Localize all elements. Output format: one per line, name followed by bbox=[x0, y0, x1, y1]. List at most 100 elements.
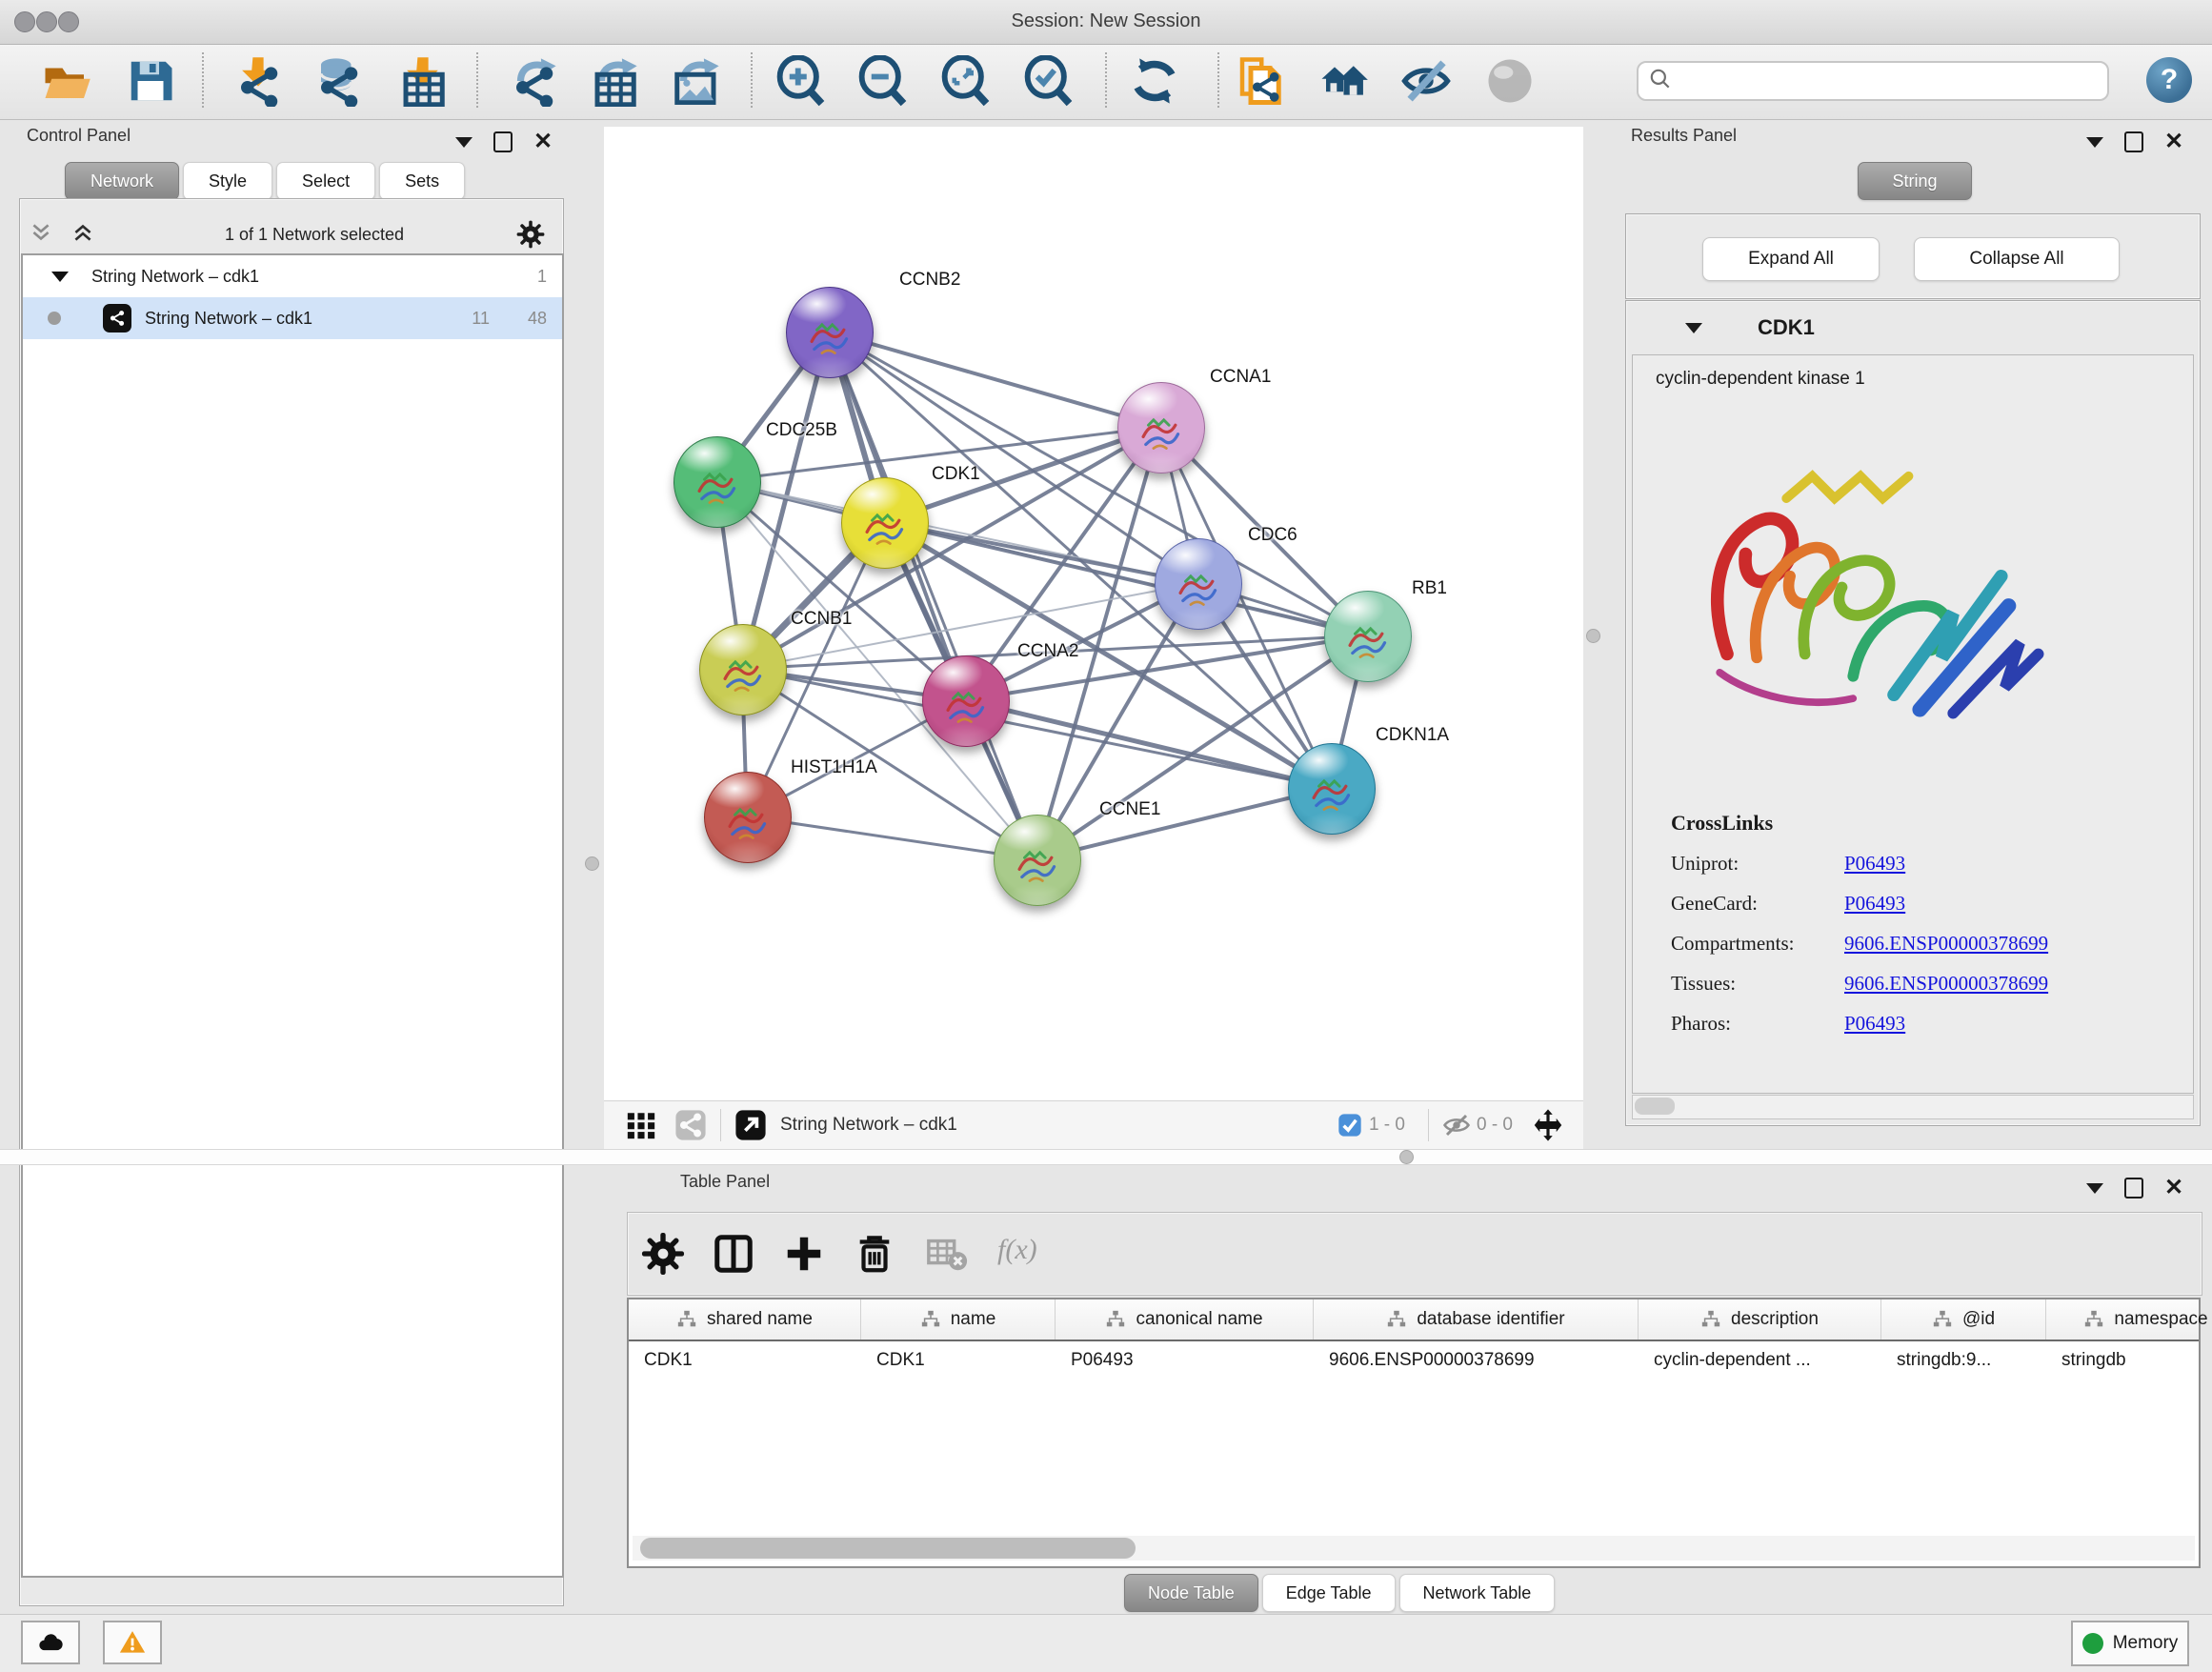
bottom-splitter-handle[interactable] bbox=[1399, 1150, 1414, 1164]
network-share-icon[interactable] bbox=[674, 1109, 707, 1141]
network-canvas[interactable]: CCNB2 CCNA1 CDC25B CDK1 CDC6 RB1 CCNB1 C… bbox=[604, 127, 1583, 1100]
tab-edge-table[interactable]: Edge Table bbox=[1262, 1574, 1396, 1612]
gene-collapse-icon[interactable] bbox=[1685, 323, 1702, 333]
search-input[interactable] bbox=[1673, 71, 2107, 92]
column-header-description[interactable]: description bbox=[1639, 1299, 1881, 1340]
collapse-all-button[interactable]: Collapse All bbox=[1914, 237, 2120, 281]
crosslink-link[interactable]: P06493 bbox=[1844, 852, 1905, 876]
birds-eye-view-icon[interactable] bbox=[625, 1109, 657, 1141]
tab-select[interactable]: Select bbox=[276, 162, 375, 200]
edge-CDKN1A-CCNE1[interactable] bbox=[1036, 788, 1331, 859]
results-scrollbar-thumb[interactable] bbox=[1635, 1098, 1675, 1115]
warning-button[interactable] bbox=[103, 1621, 162, 1664]
column-header-database-identifier[interactable]: database identifier bbox=[1314, 1299, 1639, 1340]
node-CCNA2[interactable] bbox=[922, 655, 1010, 747]
node-CDC25B[interactable] bbox=[674, 436, 761, 528]
open-in-browser-icon[interactable] bbox=[734, 1109, 767, 1141]
zoom-out-icon[interactable] bbox=[856, 55, 908, 107]
network-collection-row[interactable]: String Network – cdk1 1 bbox=[23, 255, 562, 297]
edge-CCNB2-CCNA1[interactable] bbox=[829, 332, 1160, 427]
show-panels-icon[interactable] bbox=[1317, 55, 1369, 107]
help-button[interactable]: ? bbox=[2146, 57, 2192, 103]
node-CDC6[interactable] bbox=[1155, 538, 1242, 630]
edge-CDK1-CDKN1A[interactable] bbox=[884, 522, 1331, 788]
results-scrollbar[interactable] bbox=[1632, 1095, 2194, 1119]
control-panel-float-icon[interactable] bbox=[493, 131, 513, 152]
zoom-fit-icon[interactable] bbox=[939, 55, 991, 107]
cell-description[interactable]: cyclin-dependent ... bbox=[1639, 1341, 1881, 1380]
tab-node-table[interactable]: Node Table bbox=[1124, 1574, 1258, 1612]
left-splitter-handle[interactable] bbox=[585, 856, 599, 871]
clone-network-icon[interactable] bbox=[1234, 55, 1285, 107]
control-panel-collapse-icon[interactable] bbox=[455, 137, 473, 148]
column-header--id[interactable]: @id bbox=[1881, 1299, 2046, 1340]
results-panel-float-icon[interactable] bbox=[2124, 131, 2143, 152]
node-CCNE1[interactable] bbox=[994, 815, 1081, 906]
node-CDKN1A[interactable] bbox=[1288, 743, 1376, 835]
zoom-selected-icon[interactable] bbox=[1022, 55, 1074, 107]
table-row[interactable]: CDK1CDK1P064939606.ENSP00000378699cyclin… bbox=[629, 1341, 2199, 1380]
control-panel-close-icon[interactable]: ✕ bbox=[533, 133, 553, 151]
expand-all-button[interactable]: Expand All bbox=[1702, 237, 1880, 281]
network-options-gear-icon[interactable] bbox=[516, 220, 545, 249]
results-panel-close-icon[interactable]: ✕ bbox=[2164, 133, 2183, 151]
memory-button[interactable]: Memory bbox=[2071, 1621, 2189, 1666]
export-network-icon[interactable] bbox=[508, 55, 559, 107]
right-splitter-handle[interactable] bbox=[1586, 629, 1600, 643]
column-header-name[interactable]: name bbox=[861, 1299, 1056, 1340]
cloud-button[interactable] bbox=[21, 1621, 80, 1664]
open-file-icon[interactable] bbox=[41, 55, 92, 107]
column-header-canonical-name[interactable]: canonical name bbox=[1056, 1299, 1314, 1340]
horizontal-splitter[interactable] bbox=[0, 1149, 2212, 1165]
network-row[interactable]: String Network – cdk1 11 48 bbox=[23, 297, 562, 339]
tab-network-table[interactable]: Network Table bbox=[1399, 1574, 1556, 1612]
crosslink-link[interactable]: 9606.ENSP00000378699 bbox=[1844, 972, 2048, 996]
table-h-scrollbar-thumb[interactable] bbox=[640, 1538, 1136, 1559]
edge-CCNB2-RB1[interactable] bbox=[829, 332, 1367, 635]
cell-canonical-name[interactable]: P06493 bbox=[1056, 1341, 1314, 1380]
delete-column-trash-icon[interactable] bbox=[853, 1232, 896, 1276]
table-options-gear-icon[interactable] bbox=[641, 1232, 685, 1276]
cell-database-identifier[interactable]: 9606.ENSP00000378699 bbox=[1314, 1341, 1639, 1380]
node-CCNB1[interactable] bbox=[699, 624, 787, 715]
column-header-namespace[interactable]: namespace bbox=[2046, 1299, 2212, 1340]
node-CCNB2[interactable] bbox=[786, 287, 874, 378]
crosslink-link[interactable]: 9606.ENSP00000378699 bbox=[1844, 932, 2048, 956]
save-session-icon[interactable] bbox=[125, 55, 176, 107]
fit-content-crosshair-icon[interactable] bbox=[1530, 1107, 1566, 1143]
export-image-icon[interactable] bbox=[671, 55, 722, 107]
column-header-shared-name[interactable]: shared name bbox=[629, 1299, 861, 1340]
hide-panels-icon[interactable] bbox=[1400, 55, 1452, 107]
table-panel-float-icon[interactable] bbox=[2124, 1178, 2143, 1199]
tab-network[interactable]: Network bbox=[65, 162, 179, 200]
cell-namespace[interactable]: stringdb bbox=[2046, 1341, 2212, 1380]
collapse-all-networks-icon[interactable] bbox=[29, 220, 53, 250]
zoom-in-icon[interactable] bbox=[774, 55, 826, 107]
node-CDK1[interactable] bbox=[841, 477, 929, 569]
edge-CCNA2-CDKN1A[interactable] bbox=[965, 700, 1331, 788]
node-CCNA1[interactable] bbox=[1117, 382, 1205, 473]
import-network-icon[interactable] bbox=[232, 55, 284, 107]
search-box[interactable] bbox=[1637, 61, 2109, 101]
show-columns-icon[interactable] bbox=[712, 1232, 755, 1276]
node-HIST1H1A[interactable] bbox=[704, 772, 792, 863]
cell-shared-name[interactable]: CDK1 bbox=[629, 1341, 861, 1380]
apply-layout-icon[interactable] bbox=[1129, 55, 1180, 107]
cell-name[interactable]: CDK1 bbox=[861, 1341, 1056, 1380]
expand-all-networks-icon[interactable] bbox=[70, 220, 95, 250]
tab-style[interactable]: Style bbox=[183, 162, 272, 200]
create-column-plus-icon[interactable] bbox=[782, 1232, 826, 1276]
table-panel-collapse-icon[interactable] bbox=[2086, 1183, 2103, 1194]
gene-section-header[interactable]: CDK1 bbox=[1626, 301, 2200, 354]
crosslink-link[interactable]: P06493 bbox=[1844, 1012, 1905, 1036]
results-tab-string[interactable]: String bbox=[1858, 162, 1972, 200]
node-RB1[interactable] bbox=[1324, 591, 1412, 682]
results-panel-collapse-icon[interactable] bbox=[2086, 137, 2103, 148]
import-table-icon[interactable] bbox=[397, 55, 449, 107]
cell--id[interactable]: stringdb:9... bbox=[1881, 1341, 2046, 1380]
table-h-scrollbar[interactable] bbox=[633, 1536, 2195, 1561]
tab-sets[interactable]: Sets bbox=[379, 162, 465, 200]
export-table-icon[interactable] bbox=[589, 55, 640, 107]
crosslink-link[interactable]: P06493 bbox=[1844, 892, 1905, 916]
table-panel-close-icon[interactable]: ✕ bbox=[2164, 1179, 2183, 1197]
